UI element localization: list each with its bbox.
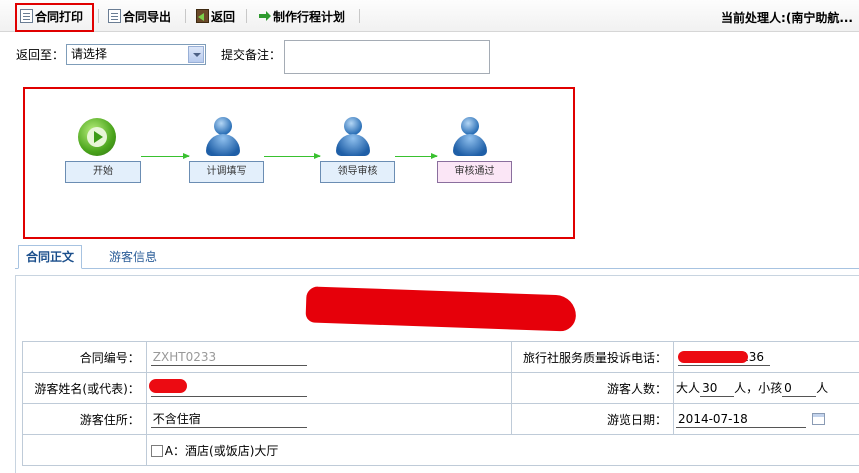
adult-prefix: 大人 xyxy=(676,381,701,395)
print-highlight-box xyxy=(15,3,94,32)
return-to-value: 请选择 xyxy=(71,47,108,61)
contract-export-button[interactable]: 合同导出 xyxy=(108,7,171,25)
flow-arrow xyxy=(141,153,190,159)
residence-field[interactable]: 不含住宿 xyxy=(150,411,307,428)
calendar-icon[interactable] xyxy=(812,413,826,425)
tour-date-label: 游览日期： xyxy=(511,403,675,435)
workflow-node-fill: 计调填写 xyxy=(189,161,264,183)
adult-count-field[interactable]: 30 xyxy=(700,380,735,397)
toolbar-divider xyxy=(98,9,99,23)
flow-arrow xyxy=(264,153,321,159)
tourist-name-label: 游客姓名(或代表)： xyxy=(22,372,147,404)
table-row: A：酒店(或饭店)大厅 xyxy=(22,434,859,466)
tour-date-cell: 2014-07-18 xyxy=(673,403,859,435)
workflow-node-review: 领导审核 xyxy=(320,161,395,183)
contract-no-field[interactable]: ZXHT0233 xyxy=(150,349,307,366)
return-to-select[interactable]: 请选择 xyxy=(66,44,206,65)
user-icon xyxy=(335,117,371,157)
option-a-cell: A：酒店(或饭店)大厅 xyxy=(145,434,859,466)
redaction-mark xyxy=(678,351,749,363)
remark-input[interactable] xyxy=(284,40,490,74)
toolbar-divider xyxy=(246,9,247,23)
start-icon xyxy=(78,118,116,156)
back-button[interactable]: 返回 xyxy=(196,7,235,25)
tab-tourist-info[interactable]: 游客信息 xyxy=(101,245,165,269)
back-label: 返回 xyxy=(211,9,236,24)
tourist-count-cell: 大人 30 人，小孩 0 人 xyxy=(673,372,859,404)
contract-no-cell: ZXHT0233 xyxy=(145,341,513,373)
tourist-name-cell xyxy=(145,372,513,404)
option-a-checkbox[interactable] xyxy=(150,444,163,457)
make-itinerary-label: 制作行程计划 xyxy=(273,9,346,24)
tab-bar: 合同正文 游客信息 xyxy=(15,245,859,269)
residence-cell: 不含住宿 xyxy=(145,403,513,435)
workflow-node-approved: 审核通过 xyxy=(437,161,512,183)
tourist-count-label: 游客人数： xyxy=(511,372,675,404)
complaint-phone-cell: 136 xyxy=(673,341,859,373)
flow-arrow xyxy=(395,153,438,159)
arrow-right-icon xyxy=(258,9,271,23)
remark-label: 提交备注： xyxy=(221,48,282,62)
contract-no-label: 合同编号： xyxy=(22,341,147,373)
toolbar-divider xyxy=(185,9,186,23)
back-icon xyxy=(196,9,209,23)
option-a-label: A：酒店(或饭店)大厅 xyxy=(164,443,279,458)
child-count-field[interactable]: 0 xyxy=(782,380,817,397)
chevron-down-icon xyxy=(188,46,204,63)
make-itinerary-button[interactable]: 制作行程计划 xyxy=(258,7,345,25)
return-to-label: 返回至： xyxy=(16,48,65,62)
redaction-mark xyxy=(148,379,187,393)
table-row: 游客住所： 不含住宿 游览日期： 2014-07-18 xyxy=(22,403,859,435)
child-suffix: 人 xyxy=(816,381,829,395)
tab-contract-body[interactable]: 合同正文 xyxy=(18,245,83,269)
table-row: 合同编号： ZXHT0233 旅行社服务质量投诉电话： 136 xyxy=(22,341,859,373)
export-icon xyxy=(108,9,121,23)
tour-date-field[interactable]: 2014-07-18 xyxy=(676,411,807,428)
contract-page: 合同打印 合同导出 返回 制作行程计划 当前处理人:(南宁助航... 返回至： … xyxy=(0,0,859,473)
workflow-node-start: 开始 xyxy=(65,161,141,183)
complaint-phone-label: 旅行社服务质量投诉电话： xyxy=(511,341,675,373)
table-row: 游客姓名(或代表)： 游客人数： 大人 30 人，小孩 0 人 xyxy=(22,372,859,404)
contract-export-label: 合同导出 xyxy=(123,9,172,24)
adult-suffix: 人，小孩 xyxy=(734,381,783,395)
toolbar: 合同打印 合同导出 返回 制作行程计划 当前处理人:(南宁助航... xyxy=(0,0,859,32)
residence-label: 游客住所： xyxy=(22,403,147,435)
user-icon xyxy=(205,117,241,157)
contract-form-table: 合同编号： ZXHT0233 旅行社服务质量投诉电话： 136 游客姓名(或代表… xyxy=(22,341,859,466)
workflow-diagram: 开始 计调填写 领导审核 审核通过 xyxy=(23,87,575,239)
toolbar-divider xyxy=(359,9,360,23)
user-icon xyxy=(452,117,488,157)
current-handler: 当前处理人:(南宁助航... xyxy=(721,11,853,25)
empty-cell xyxy=(22,434,147,466)
